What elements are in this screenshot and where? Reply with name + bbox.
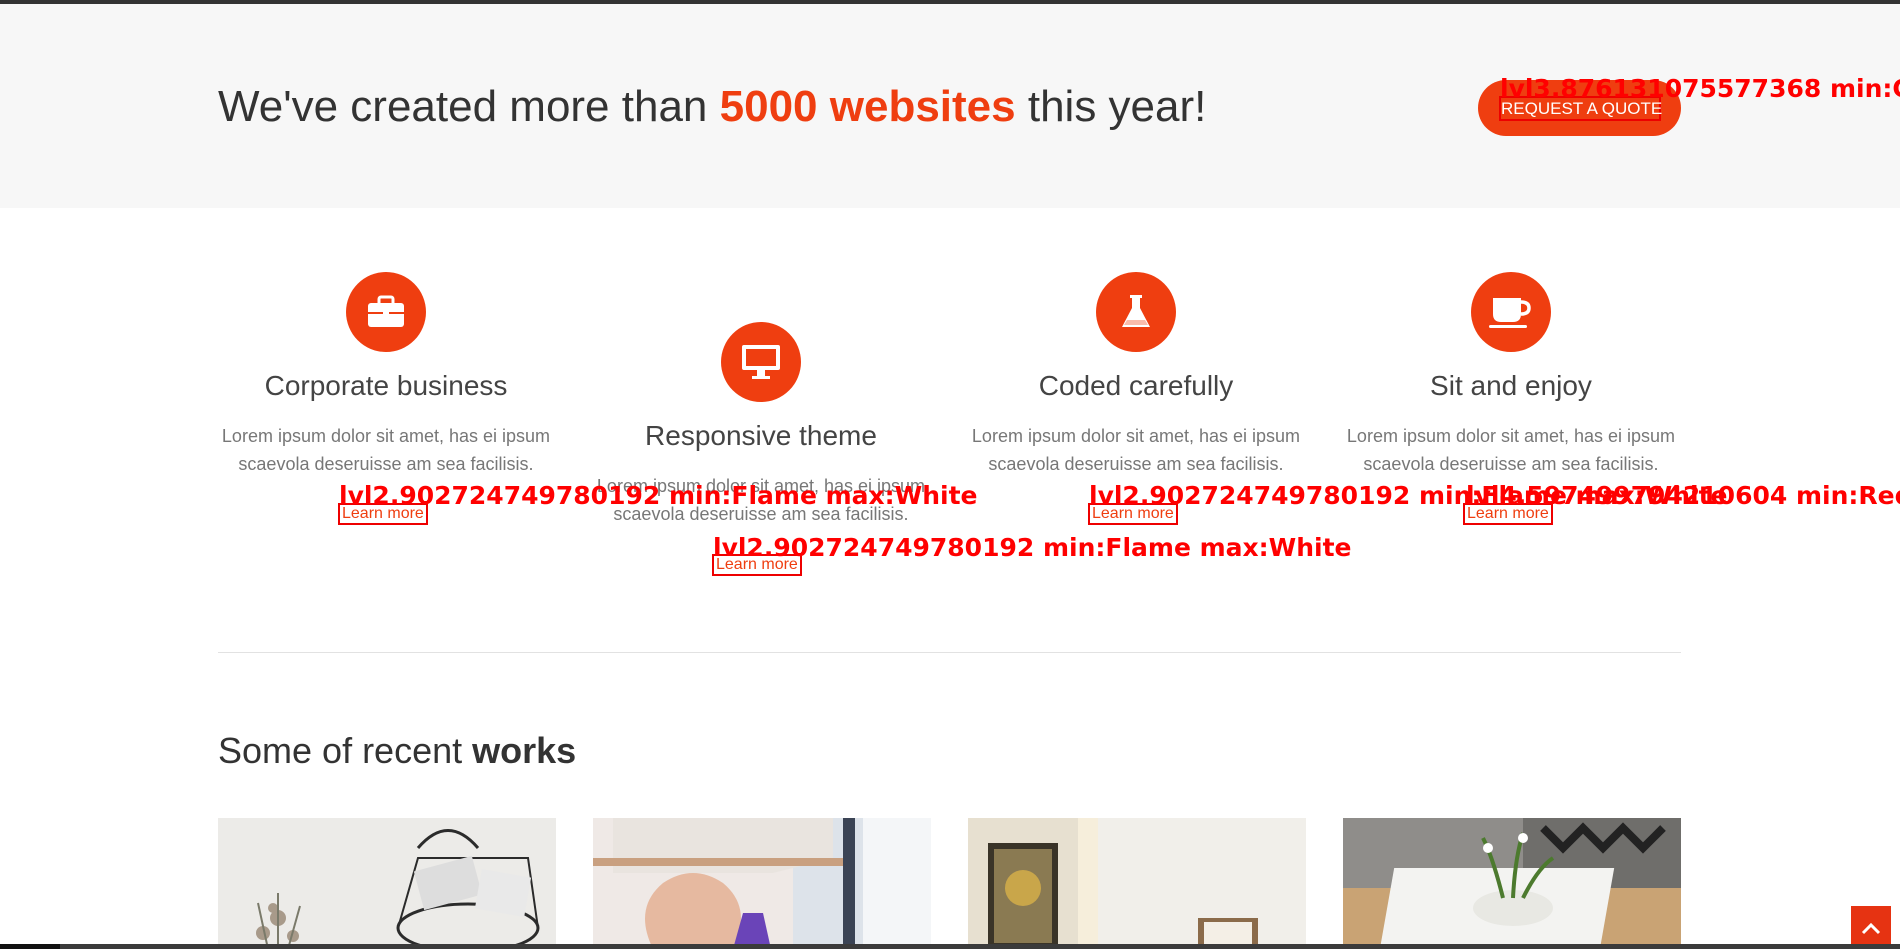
feature-description: Lorem ipsum dolor sit amet, has ei ipsum…	[971, 426, 1301, 474]
learn-more-link-enjoy[interactable]: Learn more	[1463, 503, 1553, 525]
learn-more-link-coded[interactable]: Learn more	[1088, 503, 1178, 525]
monitor-icon	[721, 322, 801, 402]
recent-works-prefix: Some of recent	[218, 730, 463, 771]
window-bottom-bar	[0, 944, 1900, 949]
feature-sit-and-enjoy: Sit and enjoy Lorem ipsum dolor sit amet…	[1323, 272, 1699, 478]
feature-title: Sit and enjoy	[1430, 370, 1592, 401]
portfolio-thumb-basket[interactable]	[218, 818, 556, 949]
feature-description: Lorem ipsum dolor sit amet, has ei ipsum…	[1346, 426, 1676, 474]
feature-responsive-theme: Responsive theme Lorem ipsum dolor sit a…	[573, 322, 949, 528]
scroll-to-top-button[interactable]	[1851, 906, 1891, 949]
feature-title: Corporate business	[264, 370, 508, 401]
feature-description: Lorem ipsum dolor sit amet, has ei ipsum…	[596, 476, 926, 524]
portfolio-thumb-interior[interactable]	[968, 818, 1306, 949]
debug-label-responsive: lvl2.902724749780192 min:Flame max:White	[713, 533, 1352, 562]
request-quote-label[interactable]: REQUEST A QUOTE	[1499, 96, 1662, 121]
section-divider	[218, 652, 1681, 653]
briefcase-icon	[346, 272, 426, 352]
feature-description: Lorem ipsum dolor sit amet, has ei ipsum…	[221, 426, 551, 474]
coffee-cup-icon	[1471, 272, 1551, 352]
headline-prefix: We've created more than	[218, 82, 708, 131]
headline-highlight: 5000 websites	[719, 82, 1016, 131]
feature-corporate-business: Corporate business Lorem ipsum dolor sit…	[198, 272, 574, 478]
portfolio-thumb-living-room[interactable]	[1343, 818, 1681, 949]
feature-coded-carefully: Coded carefully Lorem ipsum dolor sit am…	[948, 272, 1324, 478]
learn-more-link-responsive[interactable]: Learn more	[712, 554, 802, 576]
learn-more-link-corporate[interactable]: Learn more	[338, 503, 428, 525]
recent-works-heading: Some of recent works	[218, 730, 576, 772]
flask-icon	[1096, 272, 1176, 352]
feature-title: Coded carefully	[1038, 370, 1234, 401]
headline-suffix: this year!	[1027, 82, 1207, 131]
debug-label-coded: lvl2.902724749780192 min:Flame max:White	[1089, 481, 1728, 510]
banner-headline: We've created more than 5000 websites th…	[218, 82, 1206, 132]
portfolio-thumb-vase[interactable]	[593, 818, 931, 949]
recent-works-bold: works	[472, 730, 577, 771]
feature-title: Responsive theme	[645, 420, 877, 451]
chevron-up-icon	[1861, 922, 1881, 934]
